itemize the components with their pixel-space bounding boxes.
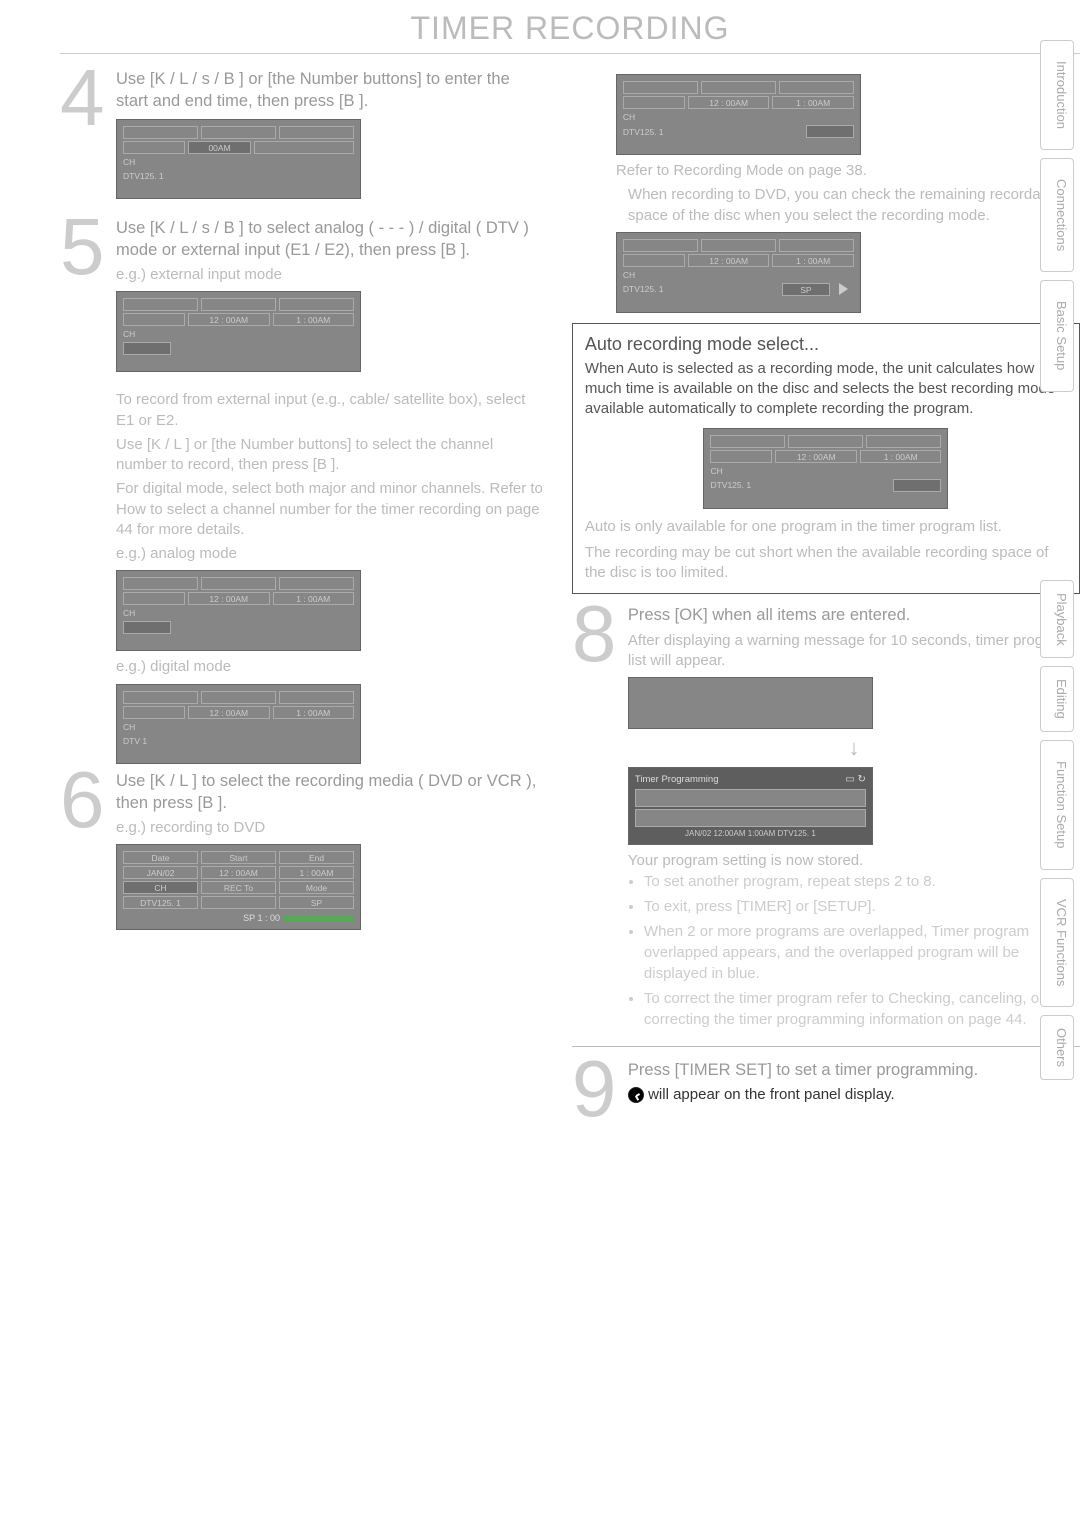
tab-connections[interactable]: Connections [1040,158,1074,272]
step-9: 9 Press [TIMER SET] to set a timer progr… [572,1059,1080,1119]
diagram-step6: DateStartEnd JAN/0212 : 00AM1 : 00AM CHR… [116,844,361,930]
tab-editing[interactable]: Editing [1040,666,1074,732]
eg-digital: e.g.) digital mode [116,657,544,677]
note-digital: For digital mode, select both major and … [116,479,544,540]
step-8: 8 Press [OK] when all items are entered.… [572,604,1080,1034]
step-number: 5 [60,217,108,379]
tab-others[interactable]: Others [1040,1015,1074,1080]
info-note1: Auto is only available for one program i… [585,517,1067,537]
bullet-3: When 2 or more programs are overlapped, … [644,921,1080,984]
diagram-step8b: Timer Programming ▭ ↻ JAN/02 12:00AM 1:0… [628,767,873,845]
step-number: 4 [60,68,108,205]
tab-vcr-functions[interactable]: VCR Functions [1040,878,1074,1007]
tab-function-setup[interactable]: Function Setup [1040,740,1074,869]
step-9-sub: will appear on the front panel display. [648,1086,895,1103]
step-6: 6 Use [K / L ] to select the recording m… [60,770,544,937]
tab-introduction[interactable]: Introduction [1040,40,1074,150]
tab-basic-setup[interactable]: Basic Setup [1040,280,1074,391]
diagram-digital: 12 : 00AM1 : 00AM CH DTV 1 [116,684,361,764]
tab-playback[interactable]: Playback [1040,580,1074,659]
eg-recdvd: e.g.) recording to DVD [116,818,544,838]
step-4: 4 Use [K / L / s / B ] or [the Number bu… [60,68,544,205]
bullet-4: To correct the timer program refer to Ch… [644,988,1080,1030]
note-e1e2: To record from external input (e.g., cab… [116,390,544,431]
eg-analog: e.g.) analog mode [116,544,544,564]
diagram-step8a [628,677,873,729]
diagram-info: 12 : 00AM1 : 00AM CH DTV125. 1 [703,428,948,509]
arrow-down-icon: ↓ [628,735,1080,761]
auto-recording-info: Auto recording mode select... When Auto … [572,323,1080,595]
diagram-step4: 00AM CH DTV125. 1 [116,119,361,199]
step-5: 5 Use [K / L / s / B ] to select analog … [60,217,544,379]
diagram-analog: 12 : 00AM1 : 00AM CH [116,570,361,651]
info-note2: The recording may be cut short when the … [585,543,1067,584]
arrow-icon [839,283,854,295]
step-number: 8 [572,604,620,1034]
step-8-instruction: Press [OK] when all items are entered. [628,604,1080,626]
info-title: Auto recording mode select... [585,334,1067,355]
diagram-right-top: 12 : 00AM1 : 00AM CH DTV125. 1 [616,74,861,155]
note-remaining-space: When recording to DVD, you can check the… [616,185,1080,226]
note-recmode: Refer to Recording Mode on page 38. [616,161,1080,181]
step-5-instruction: Use [K / L / s / B ] to select analog ( … [116,217,544,262]
diagram-step5a: 12 : 00AM1 : 00AM CH [116,291,361,372]
diagram-right-sp: 12 : 00AM1 : 00AM CH DTV125. 1SP [616,232,861,313]
bullet-2: To exit, press [TIMER] or [SETUP]. [644,896,1080,917]
step-9-instruction: Press [TIMER SET] to set a timer program… [628,1059,1080,1081]
side-tabs: Introduction Connections Basic Setup Pla… [1040,40,1074,1080]
note-channel: Use [K / L ] or [the Number buttons] to … [116,435,544,476]
step-number: 6 [60,770,108,937]
step-6-instruction: Use [K / L ] to select the recording med… [116,770,544,815]
bullet-1: To set another program, repeat steps 2 t… [644,871,1080,892]
step-8-stored: Your program setting is now stored. [628,851,1080,871]
clock-icon [628,1087,644,1103]
page-title: TIMER RECORDING [60,10,1080,54]
eg-external: e.g.) external input mode [116,265,544,285]
step-4-instruction: Use [K / L / s / B ] or [the Number butt… [116,68,544,113]
step-number: 9 [572,1059,620,1119]
step-8-sub: After displaying a warning message for 1… [628,631,1080,672]
info-body: When Auto is selected as a recording mod… [585,359,1067,420]
